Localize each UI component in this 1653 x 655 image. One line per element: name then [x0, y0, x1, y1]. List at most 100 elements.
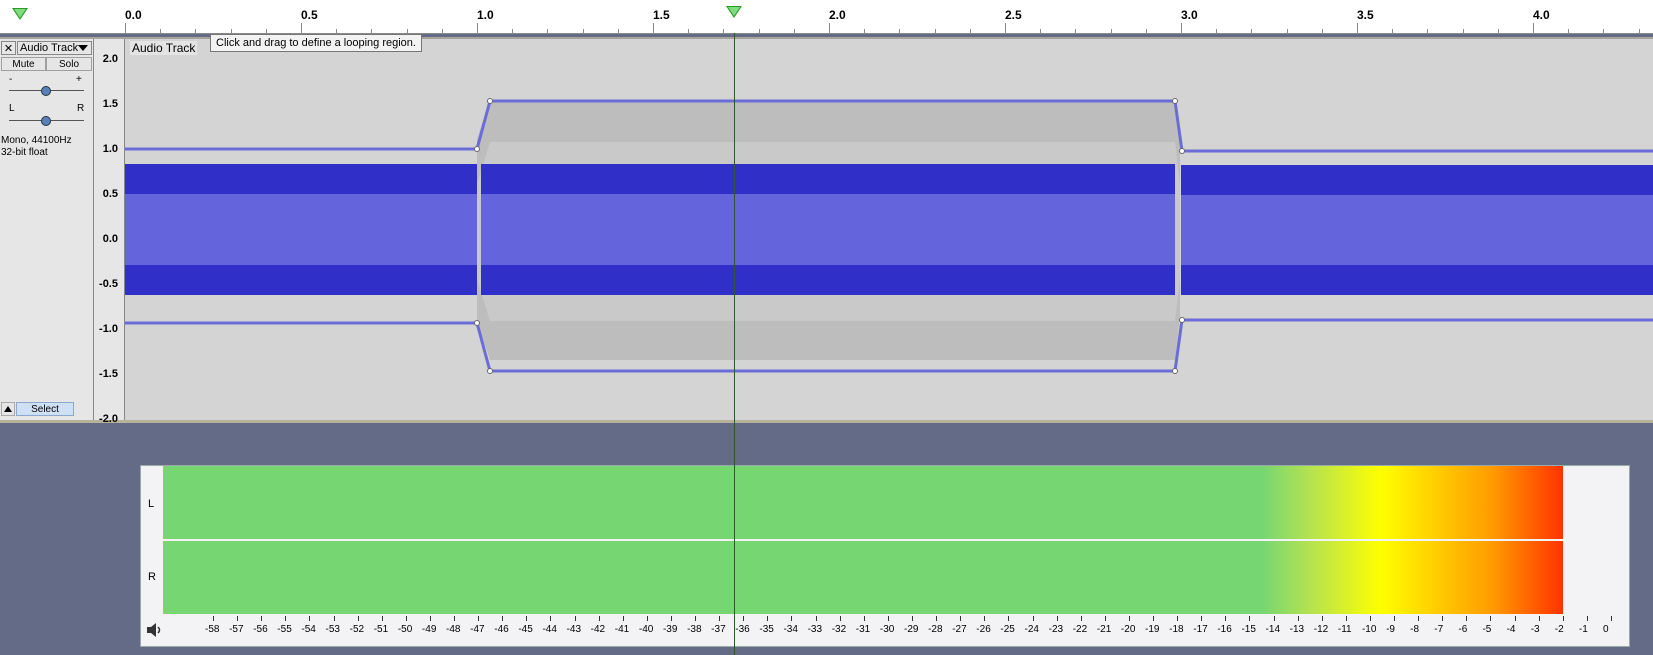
ruler-minor-tick	[1321, 29, 1323, 33]
meter-tick-mark	[791, 616, 793, 621]
meter-tick-mark	[1514, 616, 1516, 621]
meter-tick-mark	[1562, 616, 1564, 621]
meter-tick-label: -58	[205, 624, 220, 635]
meter-left-label: L	[148, 498, 155, 510]
ruler-minor-tick	[688, 29, 690, 33]
ruler-tick-label: 0.5	[301, 8, 318, 22]
meter-tick-mark	[1369, 616, 1371, 621]
vscale-label: -2.0	[99, 413, 118, 425]
pan-slider[interactable]	[9, 116, 84, 126]
meter-tick-label: -17	[1193, 624, 1208, 635]
ruler-tick-label: 1.5	[653, 8, 670, 22]
meter-tick-label: -23	[1048, 624, 1064, 635]
track-menu-button[interactable]: Audio Track	[17, 41, 92, 55]
solo-button[interactable]: Solo	[46, 57, 92, 71]
meter-tick-mark	[1394, 616, 1396, 621]
track-close-button[interactable]: ✕	[1, 41, 16, 55]
ruler-left-area	[0, 0, 125, 33]
meter-tick-label: -9	[1386, 624, 1395, 635]
track-menu-label: Audio Track	[20, 42, 79, 54]
track-format-line2: 32-bit float	[1, 147, 48, 158]
envelope-point	[474, 320, 480, 326]
ruler-minor-tick	[723, 29, 725, 33]
ruler-minor-tick	[1568, 29, 1570, 33]
waveform-area[interactable]: Audio Track	[125, 39, 1653, 420]
meter-tick-mark	[1490, 616, 1492, 621]
meter-tick-mark	[381, 616, 383, 621]
meter-tick-label: -22	[1072, 624, 1088, 635]
meter-tick-mark	[622, 616, 624, 621]
meter-tick-mark	[213, 616, 214, 621]
meter-tick-label: -49	[421, 624, 437, 635]
meter-right-label: R	[148, 571, 156, 583]
meter-tick-mark	[550, 616, 552, 621]
ruler-minor-tick	[1286, 29, 1288, 33]
meter-tick-mark	[237, 616, 239, 621]
meter-tick-label: -46	[494, 624, 509, 635]
ruler-minor-tick	[864, 29, 866, 33]
audio-track[interactable]: ✕ Audio Track Mute Solo - + L R Mono, 44…	[0, 37, 1653, 425]
envelope-point	[1179, 317, 1185, 323]
chevron-down-icon	[78, 45, 88, 51]
meter-tick-label: -28	[928, 624, 943, 635]
ruler-tick-mark	[1357, 23, 1358, 33]
ruler-minor-tick	[1251, 29, 1253, 33]
meter-tick-mark	[670, 616, 672, 621]
meter-tick-mark	[285, 616, 287, 621]
meter-tick-label: -33	[807, 624, 823, 635]
waveform-peak-bottom-mid	[481, 265, 1175, 295]
collapse-button[interactable]	[1, 402, 15, 416]
meter-tick-mark	[261, 616, 263, 621]
meter-tick-mark	[1466, 616, 1468, 621]
meter-tick-label: -39	[662, 624, 678, 635]
meter-tick-mark	[357, 616, 359, 621]
ruler-tick-mark	[1533, 23, 1534, 33]
select-button[interactable]: Select	[16, 402, 74, 416]
meter-tick-mark	[598, 616, 600, 621]
waveform-svg	[125, 98, 1653, 374]
vscale-label: 1.0	[102, 143, 118, 155]
mute-button[interactable]: Mute	[1, 57, 46, 71]
play-head-start-icon[interactable]	[12, 8, 28, 20]
gain-slider-thumb[interactable]	[41, 86, 51, 96]
ruler-minor-tick	[1603, 29, 1605, 33]
ruler-tick-mark	[653, 23, 654, 33]
meter-tick-label: -45	[518, 624, 533, 635]
meter-scale: -58 -57 -56 -55 -54 -53 -52 -51 -50 -49 -48 -47 -46-…	[163, 616, 1623, 644]
ruler-minor-tick	[899, 29, 901, 33]
meter-tick-label: -14	[1265, 624, 1280, 635]
ruler-minor-tick	[617, 29, 619, 33]
meter-tick-mark	[936, 616, 938, 621]
play-cursor-line	[734, 33, 735, 655]
meter-tick-mark	[405, 616, 407, 621]
playback-meter[interactable]: L R -58 -57 -56 -55 -54 -53 -52 -51 -50 -49 -48 -47…	[140, 465, 1630, 647]
ruler-minor-tick	[512, 29, 514, 33]
vscale-label: 2.0	[102, 53, 118, 65]
pan-slider-thumb[interactable]	[41, 116, 51, 126]
track-control-panel: ✕ Audio Track Mute Solo - + L R Mono, 44…	[0, 39, 94, 420]
ruler-minor-tick	[265, 29, 267, 33]
meter-tick-mark	[646, 616, 648, 621]
timeline-ruler[interactable]: 0.0 0.5 1.0 1.5 2.0 2.5 3.0 3.5 4.0	[0, 0, 1653, 34]
meter-tick-mark	[863, 616, 865, 621]
gain-slider[interactable]	[9, 86, 84, 96]
ruler-minor-tick	[1216, 29, 1218, 33]
meter-tick-label: -30	[879, 624, 895, 635]
gain-minus-label: -	[9, 74, 13, 85]
meter-tick-mark	[1611, 616, 1612, 621]
meter-tick-mark	[429, 616, 431, 621]
meter-tick-mark	[454, 616, 456, 621]
meter-tick-mark	[960, 616, 962, 621]
meter-tick-mark	[1032, 616, 1034, 621]
envelope-point	[1172, 368, 1178, 374]
ruler-tick-label: 3.0	[1181, 8, 1198, 22]
envelope-point	[1179, 148, 1185, 154]
triangle-up-icon	[4, 406, 12, 412]
meter-tick-label: -26	[976, 624, 991, 635]
meter-tick-label: -43	[566, 624, 581, 635]
speaker-icon[interactable]	[145, 621, 163, 639]
meter-tick-label: -56	[253, 624, 268, 635]
meter-tick-mark	[1249, 616, 1251, 621]
meter-tick-mark	[1418, 616, 1420, 621]
play-head-icon[interactable]	[726, 6, 742, 18]
